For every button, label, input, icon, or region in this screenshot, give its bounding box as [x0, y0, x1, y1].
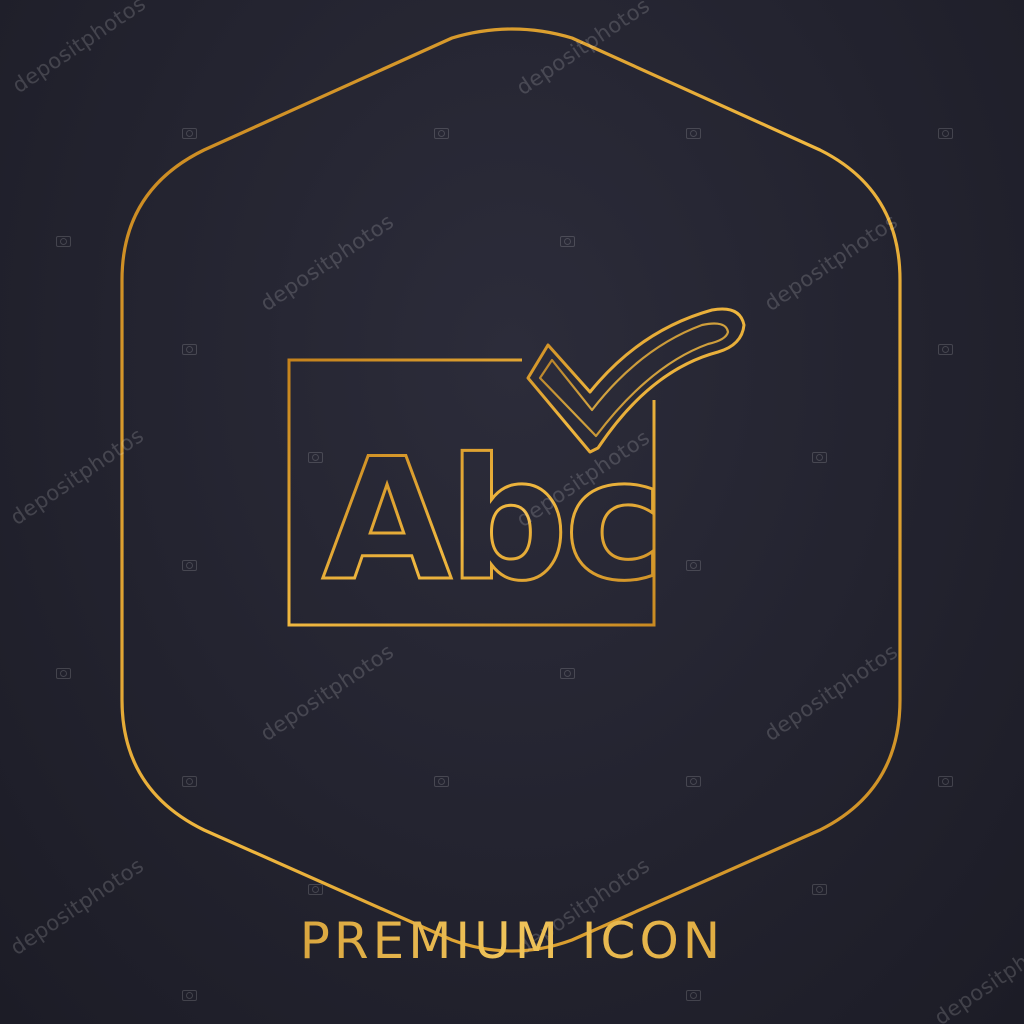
checkmark-inner-icon: [538, 322, 730, 438]
abc-letters: Abc: [322, 422, 660, 618]
premium-icon-caption: PREMIUM ICON: [0, 912, 1024, 970]
icon-canvas: Abc depositphotos depositphotos depositp…: [0, 0, 1024, 1024]
icon-artwork: Abc: [120, 27, 902, 953]
